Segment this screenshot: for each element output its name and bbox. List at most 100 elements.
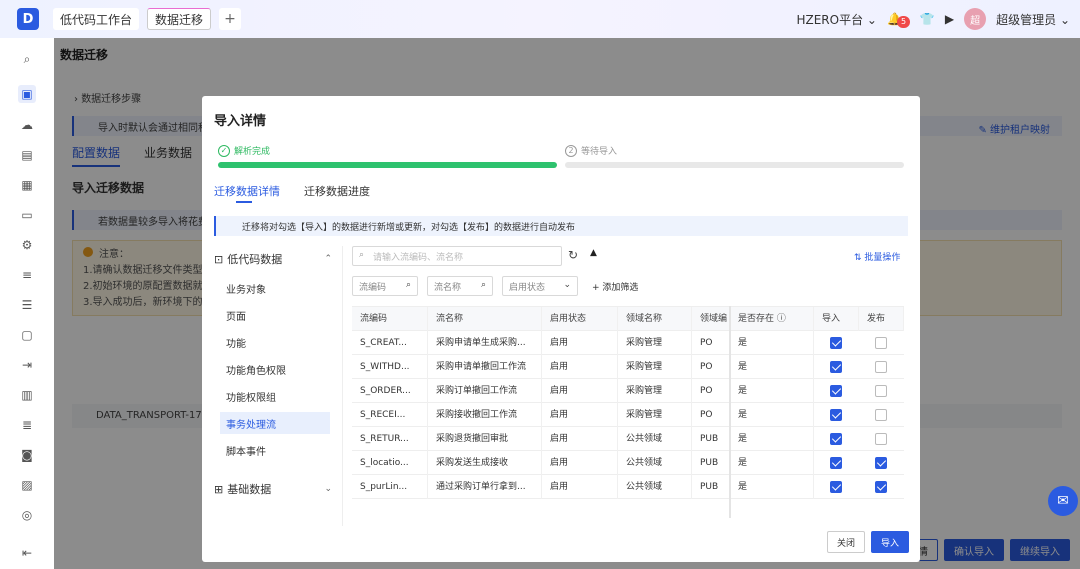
cell-flow-name: 采购申请单生成采购... xyxy=(428,331,542,355)
import-checkbox[interactable] xyxy=(830,385,842,397)
rail-list-icon[interactable]: ☰ xyxy=(18,296,36,314)
rail-grid-icon[interactable]: ▦ xyxy=(18,176,36,194)
tab-migration-progress[interactable]: 迁移数据进度 xyxy=(304,183,370,199)
tree-item-transaction-flow[interactable]: 事务处理流 xyxy=(220,412,330,434)
publish-checkbox[interactable] xyxy=(875,361,887,373)
import-checkbox[interactable] xyxy=(830,481,842,493)
rail-layers-icon[interactable]: ≡ xyxy=(18,266,36,284)
rail-bulb-icon[interactable]: ◎ xyxy=(18,506,36,524)
step1-label: 解析完成 xyxy=(234,147,271,157)
rail-card-icon[interactable]: ▢ xyxy=(18,326,36,344)
col-flow-name: 流名称 xyxy=(428,307,542,331)
rail-image-icon[interactable]: ▨ xyxy=(18,476,36,494)
tree-item-function[interactable]: 功能 xyxy=(220,331,330,353)
rail-stack-icon[interactable]: ≣ xyxy=(18,416,36,434)
step2-label: 等待导入 xyxy=(581,147,618,157)
add-tab-button[interactable]: + xyxy=(219,8,242,30)
grid-icon: ⊞ xyxy=(214,482,224,496)
tree-item-function-role[interactable]: 功能角色权限 xyxy=(220,358,330,380)
platform-label: HZERO平台 xyxy=(796,12,864,27)
search-input[interactable]: ⌕ 请输入流编码、流名称 xyxy=(352,246,562,266)
publish-checkbox[interactable] xyxy=(875,337,887,349)
publish-checkbox[interactable] xyxy=(875,385,887,397)
publish-checkbox[interactable] xyxy=(875,409,887,421)
tree-group-lowcode[interactable]: ⊡ 低代码数据 ⌃ xyxy=(214,250,332,268)
tree-group-basic[interactable]: ⊞ 基础数据 ⌄ xyxy=(214,480,332,498)
chevron-up-icon: ⌃ xyxy=(324,254,332,264)
cell-flow-code: S_WITHD... xyxy=(352,355,428,379)
tree-divider xyxy=(342,246,343,526)
cell-domain-code: PO xyxy=(692,403,730,427)
cell-domain-code: PO xyxy=(692,379,730,403)
caret-up-icon[interactable]: ▲ xyxy=(590,248,597,258)
rail-export-icon[interactable]: ⇥ xyxy=(18,356,36,374)
tree-item-page[interactable]: 页面 xyxy=(220,304,330,326)
col-domain-code: 领域编 xyxy=(692,307,730,331)
col-status: 启用状态 xyxy=(542,307,618,331)
cell-status: 启用 xyxy=(542,451,618,475)
batch-label: 批量操作 xyxy=(864,253,901,263)
import-checkbox[interactable] xyxy=(830,361,842,373)
play-icon[interactable]: ▶ xyxy=(945,12,954,26)
notification-bell-icon[interactable]: 🔔 5 xyxy=(887,12,911,28)
publish-checkbox[interactable] xyxy=(875,457,887,469)
rail-cloud-icon[interactable]: ☁ xyxy=(18,116,36,134)
cell-flow-code: S_CREAT... xyxy=(352,331,428,355)
rail-settings-icon[interactable]: ⚙ xyxy=(18,236,36,254)
batch-operation-button[interactable]: ⇅ 批量操作 xyxy=(854,250,900,263)
table-row: S_WITHD... 采购申请单撤回工作流 启用 采购管理 PO 是 xyxy=(352,355,904,379)
step-parse-complete: ✓ 解析完成 xyxy=(218,144,270,157)
cell-domain-code: PUB xyxy=(692,451,730,475)
cell-domain-name: 采购管理 xyxy=(618,379,692,403)
add-filter-label: 添加筛选 xyxy=(602,283,639,293)
search-icon[interactable]: ⌕ xyxy=(18,50,36,68)
tab-migration-detail[interactable]: 迁移数据详情 xyxy=(214,183,280,199)
rail-code-icon[interactable]: ▣ xyxy=(18,85,36,103)
publish-checkbox[interactable] xyxy=(875,481,887,493)
search-placeholder: 请输入流编码、流名称 xyxy=(373,253,464,263)
fixed-column-divider xyxy=(729,306,731,518)
cell-domain-name: 公共领域 xyxy=(618,451,692,475)
notification-badge: 5 xyxy=(896,16,911,28)
cell-domain-name: 公共领域 xyxy=(618,427,692,451)
add-filter-button[interactable]: + 添加筛选 xyxy=(592,280,638,293)
rail-table-icon[interactable]: ▥ xyxy=(18,386,36,404)
tab-data-migration[interactable]: 数据迁移 xyxy=(147,8,212,30)
cell-domain-code: PUB xyxy=(692,475,730,499)
import-checkbox[interactable] xyxy=(830,433,842,445)
left-icon-rail: ⌕ ▣ ☁ ▤ ▦ ▭ ⚙ ≡ ☰ ▢ ⇥ ▥ ≣ ◙ ▨ ◎ ⇤ xyxy=(0,38,54,569)
tree-item-script-event[interactable]: 脚本事件 xyxy=(220,439,330,461)
filter-label: 流名称 xyxy=(434,283,462,293)
avatar[interactable]: 超 xyxy=(964,8,987,30)
filter-flow-code[interactable]: 流编码 ⌕ xyxy=(352,276,418,296)
cell-flow-name: 采购接收撤回工作流 xyxy=(428,403,542,427)
group-label: 低代码数据 xyxy=(227,253,283,266)
help-circle-icon[interactable]: ⓘ xyxy=(777,314,786,324)
user-menu[interactable]: 超级管理员 ⌄ xyxy=(996,11,1070,28)
close-button[interactable]: 关闭 xyxy=(827,531,865,553)
tab-lowcode-workbench[interactable]: 低代码工作台 xyxy=(53,8,140,30)
search-icon: ⌕ xyxy=(480,280,486,290)
step2-progress-bar xyxy=(565,162,904,168)
rail-folder-icon[interactable]: ▭ xyxy=(18,206,36,224)
step1-progress-bar xyxy=(218,162,557,168)
shirt-icon[interactable]: 👕 xyxy=(920,12,935,26)
publish-checkbox[interactable] xyxy=(875,433,887,445)
filter-status-select[interactable]: 启用状态 ⌄ xyxy=(502,276,578,296)
collapse-menu-icon[interactable]: ⇤ xyxy=(18,544,36,562)
import-checkbox[interactable] xyxy=(830,457,842,469)
refresh-icon[interactable]: ↻ xyxy=(568,248,578,262)
import-button[interactable]: 导入 xyxy=(871,531,909,553)
tree-item-business-object[interactable]: 业务对象 xyxy=(220,277,330,299)
filter-label: 启用状态 xyxy=(509,283,546,293)
app-logo[interactable]: D xyxy=(17,8,39,30)
table-row: S_CREAT... 采购申请单生成采购... 启用 采购管理 PO 是 xyxy=(352,331,904,355)
rail-doc-icon[interactable]: ▤ xyxy=(18,146,36,164)
filter-flow-name[interactable]: 流名称 ⌕ xyxy=(427,276,493,296)
platform-switcher[interactable]: HZERO平台 ⌄ xyxy=(796,11,877,28)
tree-item-permission-group[interactable]: 功能权限组 xyxy=(220,385,330,407)
import-checkbox[interactable] xyxy=(830,337,842,349)
rail-badge-icon[interactable]: ◙ xyxy=(18,446,36,464)
import-checkbox[interactable] xyxy=(830,409,842,421)
help-chat-icon[interactable]: ✉ xyxy=(1048,486,1078,516)
